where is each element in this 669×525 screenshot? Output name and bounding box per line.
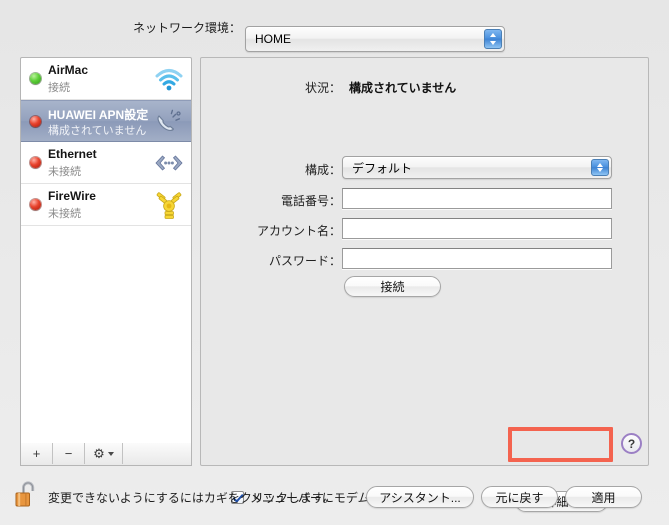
phone-number-input[interactable] xyxy=(343,189,611,208)
service-name: Ethernet xyxy=(48,147,97,161)
status-led-icon xyxy=(30,116,41,127)
lock-description-text: 変更できないようにするにはカギをクリックします。 xyxy=(48,491,335,505)
updown-arrows-icon xyxy=(484,29,502,49)
status-led-icon xyxy=(30,157,41,168)
account-name-input[interactable] xyxy=(343,219,611,238)
status-label: 状況： xyxy=(304,81,341,95)
password-label: パスワード： xyxy=(268,254,341,268)
config-label: 構成： xyxy=(304,163,341,177)
phone-number-field[interactable] xyxy=(342,188,612,209)
service-name: AirMac xyxy=(48,63,89,77)
config-popup-value: デフォルト xyxy=(352,161,413,175)
password-field[interactable] xyxy=(342,248,612,269)
add-service-button[interactable]: + xyxy=(21,443,53,464)
service-list-toolbar: + − ⚙ xyxy=(20,443,192,466)
service-status: 接続 xyxy=(48,82,70,94)
status-led-icon xyxy=(30,199,41,210)
service-status: 未接続 xyxy=(48,208,81,220)
service-status: 構成されていません xyxy=(48,125,147,137)
help-button[interactable]: ? xyxy=(621,433,642,454)
service-actions-button[interactable]: ⚙ xyxy=(85,443,123,464)
revert-button[interactable]: 元に戻す xyxy=(481,486,558,508)
remove-service-button[interactable]: − xyxy=(53,443,85,464)
apply-button[interactable]: 適用 xyxy=(565,486,642,508)
environment-popup-button[interactable]: HOME xyxy=(245,26,505,52)
service-name: FireWire xyxy=(48,189,96,203)
updown-arrows-icon xyxy=(591,159,609,176)
phone-number-label: 電話番号： xyxy=(280,194,341,208)
service-status: 未接続 xyxy=(48,166,81,178)
lock-open-icon[interactable] xyxy=(14,479,40,511)
account-name-field[interactable] xyxy=(342,218,612,239)
connect-button[interactable]: 接続 xyxy=(344,276,441,297)
service-name: HUAWEI APN設定 xyxy=(48,108,149,122)
service-detail-panel: 状況： 構成されていません 構成： デフォルト 電話番号： アカウント名： パス… xyxy=(200,57,649,512)
account-name-label: アカウント名： xyxy=(256,224,341,238)
ethernet-icon xyxy=(153,148,185,178)
password-input[interactable] xyxy=(343,249,611,268)
service-row-huawei-apn[interactable]: HUAWEI APN設定 構成されていません xyxy=(21,100,191,142)
modem-icon xyxy=(153,107,185,137)
gear-icon: ⚙ xyxy=(93,445,105,461)
service-row-airmac[interactable]: AirMac 接続 xyxy=(21,58,191,100)
wifi-icon xyxy=(153,64,185,94)
network-preferences-window: ネットワーク環境： HOME AirMac 接続 HUAWEI APN設定 構成… xyxy=(0,0,669,525)
service-list[interactable]: AirMac 接続 HUAWEI APN設定 構成されていません Etherne… xyxy=(20,57,192,457)
chevron-down-icon xyxy=(107,451,114,456)
firewire-icon xyxy=(153,190,185,220)
service-row-firewire[interactable]: FireWire 未接続 xyxy=(21,184,191,226)
status-value: 構成されていません xyxy=(349,81,457,95)
environment-row: ネットワーク環境： HOME xyxy=(0,13,669,52)
config-popup-button[interactable]: デフォルト xyxy=(342,156,612,179)
environment-popup-value: HOME xyxy=(255,32,291,46)
environment-label: ネットワーク環境： xyxy=(132,21,241,35)
annotation-highlight-box xyxy=(508,427,613,462)
assistant-button[interactable]: アシスタント... xyxy=(366,486,474,508)
service-row-ethernet[interactable]: Ethernet 未接続 xyxy=(21,142,191,184)
status-led-icon xyxy=(30,73,41,84)
